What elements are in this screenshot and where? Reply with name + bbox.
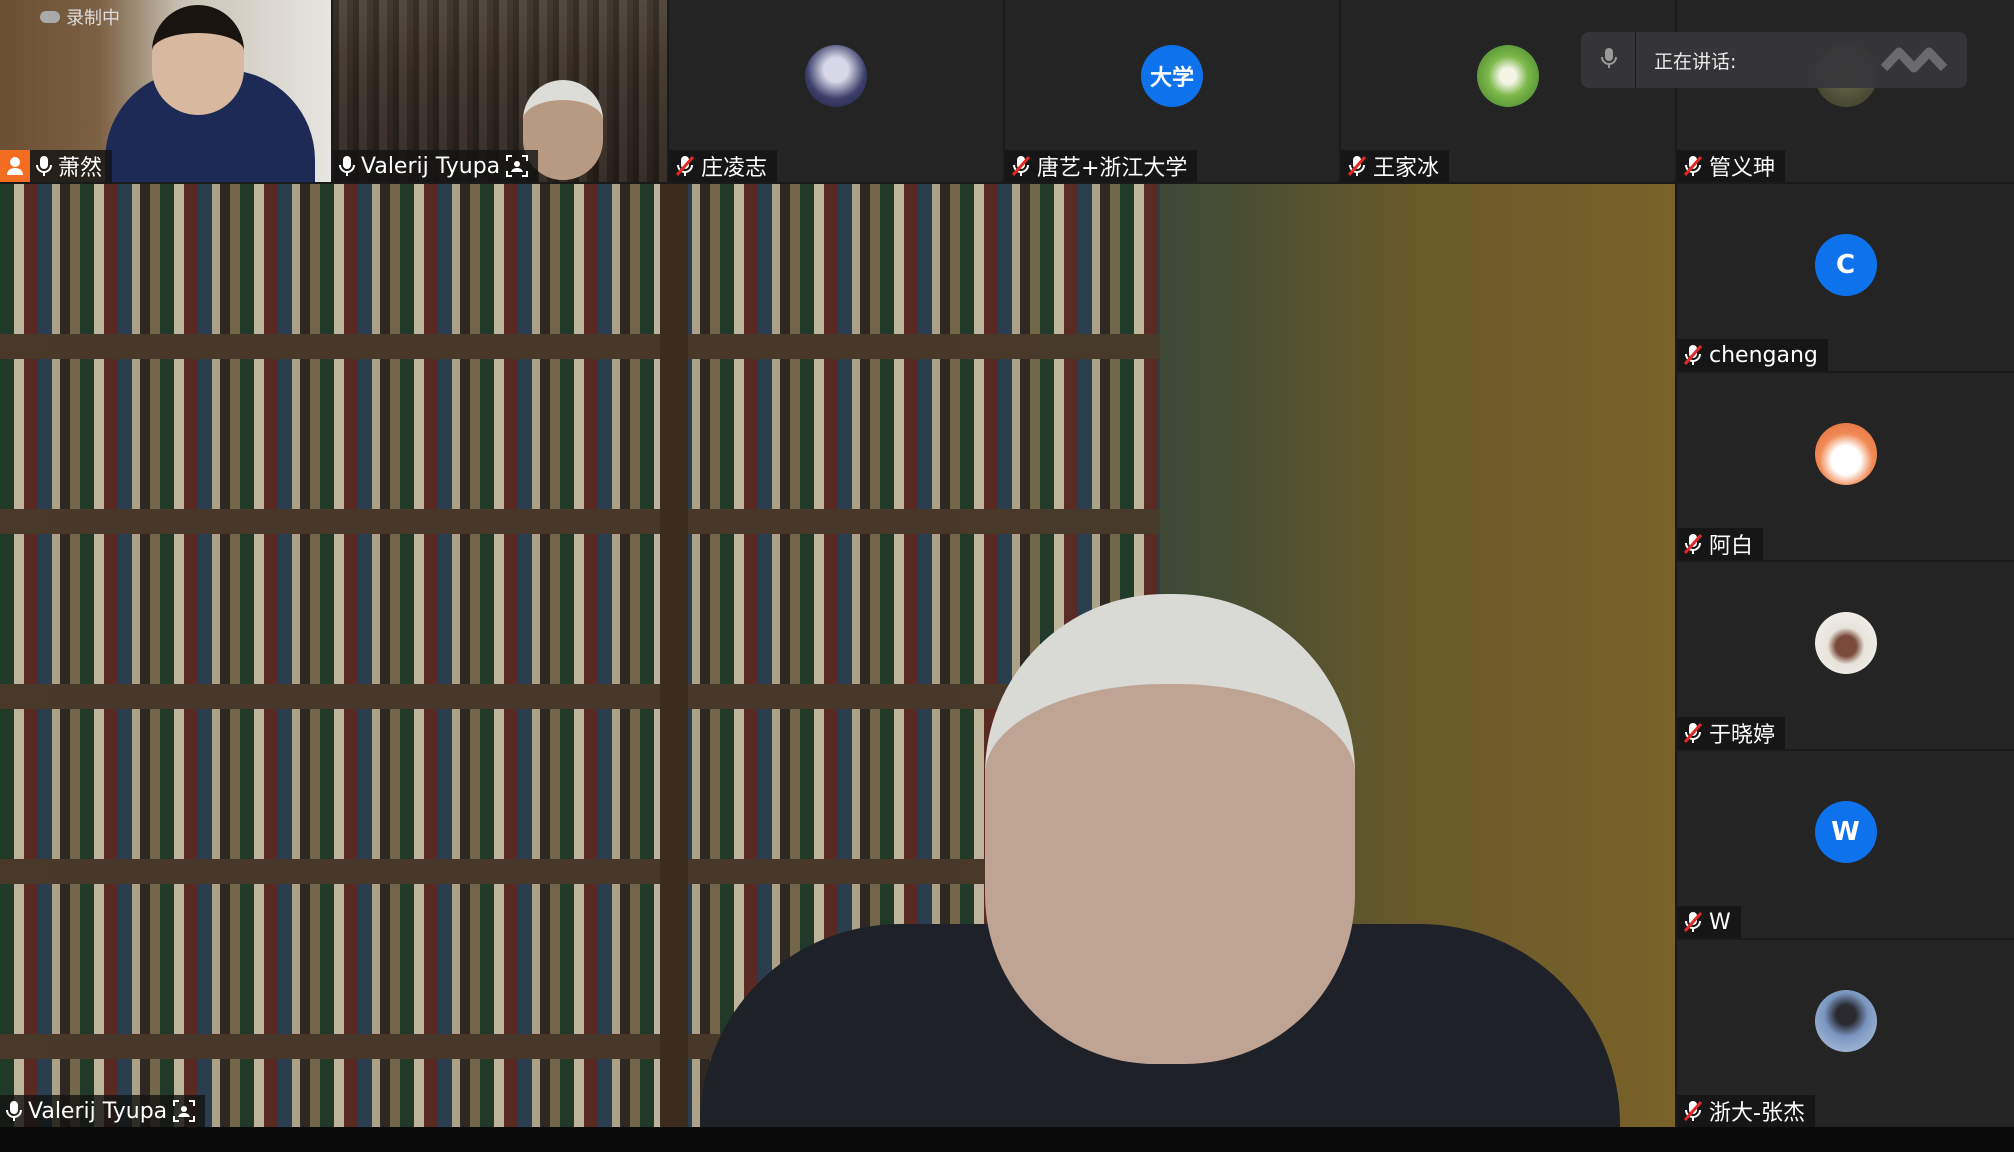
avatar: C: [1814, 234, 1877, 296]
bottom-strip: [0, 1127, 2014, 1152]
video-tile-abai[interactable]: 阿白: [1677, 373, 2014, 560]
speaking-label: 正在讲话:: [1654, 50, 1737, 73]
recording-label: 录制中: [66, 8, 120, 29]
participant-name: 唐艺+浙江大学: [1037, 156, 1188, 181]
video-tile-zhuanglingzhi[interactable]: 庄凌志: [669, 0, 1003, 182]
participant-name: 王家冰: [1373, 156, 1440, 181]
participant-name: W: [1709, 909, 1731, 935]
video-tile-xiaoran[interactable]: 录制中 萧然: [0, 0, 331, 182]
microphone-icon[interactable]: [6, 1100, 22, 1122]
participant-name: 浙大-张杰: [1709, 1101, 1805, 1126]
shelf-upright: [660, 184, 688, 1127]
video-tile-valerij-small[interactable]: Valerij Tyupa: [333, 0, 667, 182]
video-tile-chengang[interactable]: C chengang: [1677, 184, 2014, 371]
avatar: W: [1814, 801, 1877, 863]
microphone-muted-icon[interactable]: [1683, 1100, 1703, 1122]
focus-frame-icon: [506, 155, 529, 177]
divider: [1635, 32, 1636, 88]
focus-frame-icon: [173, 1100, 196, 1122]
video-tile-zhangjie[interactable]: 浙大-张杰: [1677, 940, 2014, 1127]
video-tile-w[interactable]: W W: [1677, 751, 2014, 938]
microphone-muted-icon[interactable]: [1347, 155, 1367, 177]
participant-name: 庄凌志: [701, 156, 768, 181]
microphone-muted-icon[interactable]: [1683, 533, 1703, 555]
participant-name: Valerij Tyupa: [361, 153, 501, 179]
microphone-muted-icon[interactable]: [1683, 155, 1703, 177]
app-logo-icon: [1879, 46, 1949, 81]
participant-name: Valerij Tyupa: [28, 1098, 168, 1124]
avatar: 大学: [1141, 45, 1203, 107]
microphone-icon[interactable]: [339, 155, 355, 177]
participant-name: 于晓婷: [1709, 723, 1776, 748]
active-speaker-indicator: 正在讲话:: [1581, 32, 1967, 88]
video-tile-wangjiabing[interactable]: 王家冰: [1341, 0, 1675, 182]
main-video-tile[interactable]: Valerij Tyupa: [0, 184, 1675, 1127]
microphone-muted-icon[interactable]: [1683, 344, 1703, 366]
avatar: [1814, 423, 1877, 485]
host-icon: [0, 150, 30, 182]
record-icon: [40, 11, 60, 23]
video-tile-yuxiaoting[interactable]: 于晓婷: [1677, 562, 2014, 749]
avatar: [1814, 612, 1877, 674]
video-tile-guanyishen[interactable]: 管义珅: [1677, 0, 2014, 182]
video-tile-tangyi[interactable]: 大学 唐艺+浙江大学: [1005, 0, 1339, 182]
participant-name: chengang: [1709, 342, 1818, 368]
participant-name: 管义珅: [1709, 156, 1776, 181]
avatar: [1477, 45, 1539, 107]
microphone-muted-icon[interactable]: [1683, 911, 1703, 933]
microphone-muted-icon[interactable]: [1683, 722, 1703, 744]
microphone-muted-icon[interactable]: [1011, 155, 1031, 177]
microphone-icon[interactable]: [36, 155, 52, 177]
microphone-icon: [1601, 47, 1617, 74]
participant-name: 阿白: [1709, 534, 1754, 559]
recording-indicator: 录制中: [40, 4, 120, 30]
avatar: [1814, 990, 1877, 1052]
avatar: [805, 45, 867, 107]
participant-head: [985, 594, 1355, 1064]
participant-face: [152, 5, 244, 115]
participant-name: 萧然: [58, 156, 103, 181]
microphone-muted-icon[interactable]: [675, 155, 695, 177]
